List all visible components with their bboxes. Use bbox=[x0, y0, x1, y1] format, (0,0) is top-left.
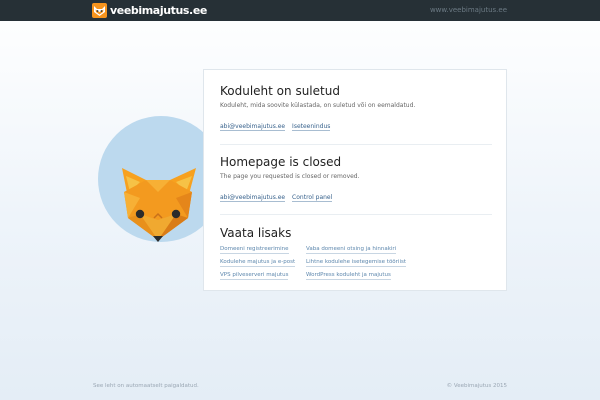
estonian-title: Koduleht on suletud bbox=[220, 84, 340, 98]
site-builder-link[interactable]: Lihtne kodulehe isetegemise tööriist bbox=[306, 258, 407, 267]
section-see-also: Vaata lisaks Domeeni registreerimine Vab… bbox=[220, 225, 492, 280]
see-also-links: Domeeni registreerimine Vaba domeeni ots… bbox=[220, 245, 492, 280]
english-title: Homepage is closed bbox=[220, 155, 342, 169]
domain-search-link[interactable]: Vaba domeeni otsing ja hinnakiri bbox=[306, 245, 397, 254]
site-link[interactable]: www.veebimajutus.ee bbox=[430, 6, 507, 15]
english-description: The page you requested is closed or remo… bbox=[220, 173, 360, 180]
logo-text: veebimajutus.ee bbox=[110, 4, 207, 17]
hosting-email-link[interactable]: Kodulehe majutus ja e-post bbox=[220, 258, 296, 267]
estonian-links: abi@veebimajutus.ee Iseteenindus bbox=[220, 123, 492, 131]
info-card: Koduleht on suletud Koduleht, mida soovi… bbox=[203, 69, 507, 291]
domain-registration-link[interactable]: Domeeni registreerimine bbox=[220, 245, 289, 254]
control-panel-link[interactable]: Control panel bbox=[292, 194, 333, 202]
section-english: Homepage is closed The page you requeste… bbox=[220, 154, 492, 202]
estonian-email-link[interactable]: abi@veebimajutus.ee bbox=[220, 123, 286, 131]
divider bbox=[220, 214, 492, 215]
self-service-link[interactable]: Iseteenindus bbox=[292, 123, 331, 131]
fox-logo-icon bbox=[92, 3, 107, 18]
fox-illustration bbox=[122, 168, 196, 242]
top-bar: veebimajutus.ee www.veebimajutus.ee bbox=[0, 0, 600, 21]
divider bbox=[220, 144, 492, 145]
estonian-description: Koduleht, mida soovite külastada, on sul… bbox=[220, 102, 416, 109]
footer-copyright: © Veebimajutus 2015 bbox=[446, 383, 507, 389]
see-also-title: Vaata lisaks bbox=[220, 226, 292, 240]
logo-link[interactable]: veebimajutus.ee bbox=[92, 3, 207, 18]
section-estonian: Koduleht on suletud Koduleht, mida soovi… bbox=[220, 83, 492, 131]
vps-hosting-link[interactable]: VPS pilveserveri majutus bbox=[220, 271, 289, 280]
footer-note: See leht on automaatselt paigaldatud. bbox=[93, 383, 199, 389]
wordpress-hosting-link[interactable]: WordPress koduleht ja majutus bbox=[306, 271, 391, 280]
english-email-link[interactable]: abi@veebimajutus.ee bbox=[220, 194, 286, 202]
english-links: abi@veebimajutus.ee Control panel bbox=[220, 194, 492, 202]
